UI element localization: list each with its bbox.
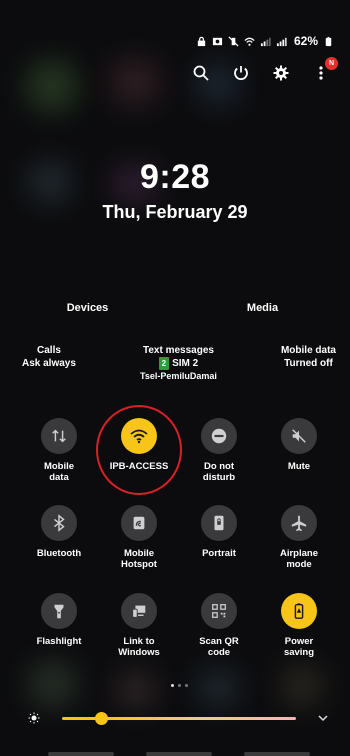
devices-button[interactable]: Devices [0, 300, 175, 314]
signal-sim2-icon [276, 37, 287, 46]
tile-mobile-data[interactable]: Mobile data [19, 418, 99, 483]
tile-scan-qr[interactable]: Scan QR code [179, 593, 259, 658]
calls-value: Ask always [22, 358, 76, 369]
flashlight-icon [54, 604, 64, 619]
brightness-slider-thumb[interactable] [95, 712, 109, 725]
highlight-circle [96, 405, 182, 495]
tile-do-not-disturb[interactable]: Do not disturb [179, 418, 259, 483]
tile-power-saving[interactable]: Power saving [259, 593, 339, 658]
qr-code-icon [212, 604, 226, 618]
tile-flashlight[interactable]: Flashlight [19, 593, 99, 647]
data-title: Mobile data [280, 345, 336, 356]
power-icon [234, 66, 248, 80]
devices-media-row: Devices Media [0, 300, 350, 314]
bluetooth-icon [54, 514, 65, 532]
power-button[interactable] [232, 64, 250, 82]
sun-icon [28, 712, 40, 724]
battery-percent: 62% [293, 34, 318, 48]
calls-title: Calls [37, 345, 61, 356]
lock-status-icon [197, 36, 206, 46]
page-indicator [171, 684, 188, 687]
text-messages-info[interactable]: Text messages 2 SIM 2 Tsel-PemiluDamai [140, 344, 217, 383]
sim-info-row: Calls Ask always Text messages 2 SIM 2 Ts… [22, 344, 336, 383]
airplane-icon [291, 515, 307, 532]
status-bar: 62% [196, 34, 334, 48]
portrait-lock-icon [214, 515, 224, 531]
search-button[interactable] [192, 64, 210, 82]
tile-portrait[interactable]: Portrait [179, 505, 259, 559]
notification-badge: N [325, 57, 338, 70]
tile-mobile-hotspot[interactable]: Mobile Hotspot [99, 505, 179, 570]
wifi-status-icon [244, 37, 255, 46]
brightness-bar [0, 708, 350, 728]
tile-link-to-windows[interactable]: Link to Windows [99, 593, 179, 658]
more-options-button[interactable]: N [312, 57, 338, 82]
signal-sim1-icon [260, 37, 271, 46]
battery-saver-icon [294, 603, 304, 619]
media-button[interactable]: Media [175, 300, 350, 314]
tile-bluetooth[interactable]: Bluetooth [19, 505, 99, 559]
sim-badge: 2 [158, 357, 170, 370]
chevron-down-icon[interactable] [316, 711, 330, 725]
tile-mute[interactable]: Mute [259, 418, 339, 472]
texts-title: Text messages [142, 345, 214, 356]
hotspot-icon [133, 516, 145, 530]
texts-carrier: Tsel-PemiluDamai [140, 371, 217, 381]
navigation-bar [48, 752, 310, 756]
search-icon [193, 65, 209, 81]
vibrate-off-icon [228, 35, 239, 47]
lock-date: Thu, February 29 [102, 202, 248, 222]
media-status-icon [212, 37, 223, 45]
tile-airplane-mode[interactable]: Airplane mode [259, 505, 339, 570]
mobile-data-info[interactable]: Mobile data Turned off [281, 344, 336, 383]
calls-info[interactable]: Calls Ask always [22, 344, 76, 383]
link-windows-icon [132, 605, 146, 618]
settings-button[interactable] [272, 64, 290, 82]
texts-sim: SIM 2 [172, 358, 199, 369]
dnd-icon [211, 428, 227, 444]
top-actions: N [192, 57, 338, 82]
battery-icon [325, 36, 332, 46]
data-arrows-icon [52, 429, 66, 443]
gear-icon [273, 65, 289, 81]
lock-clock: 9:28 [139, 158, 211, 196]
mute-icon [292, 429, 306, 443]
data-value: Turned off [284, 358, 333, 369]
